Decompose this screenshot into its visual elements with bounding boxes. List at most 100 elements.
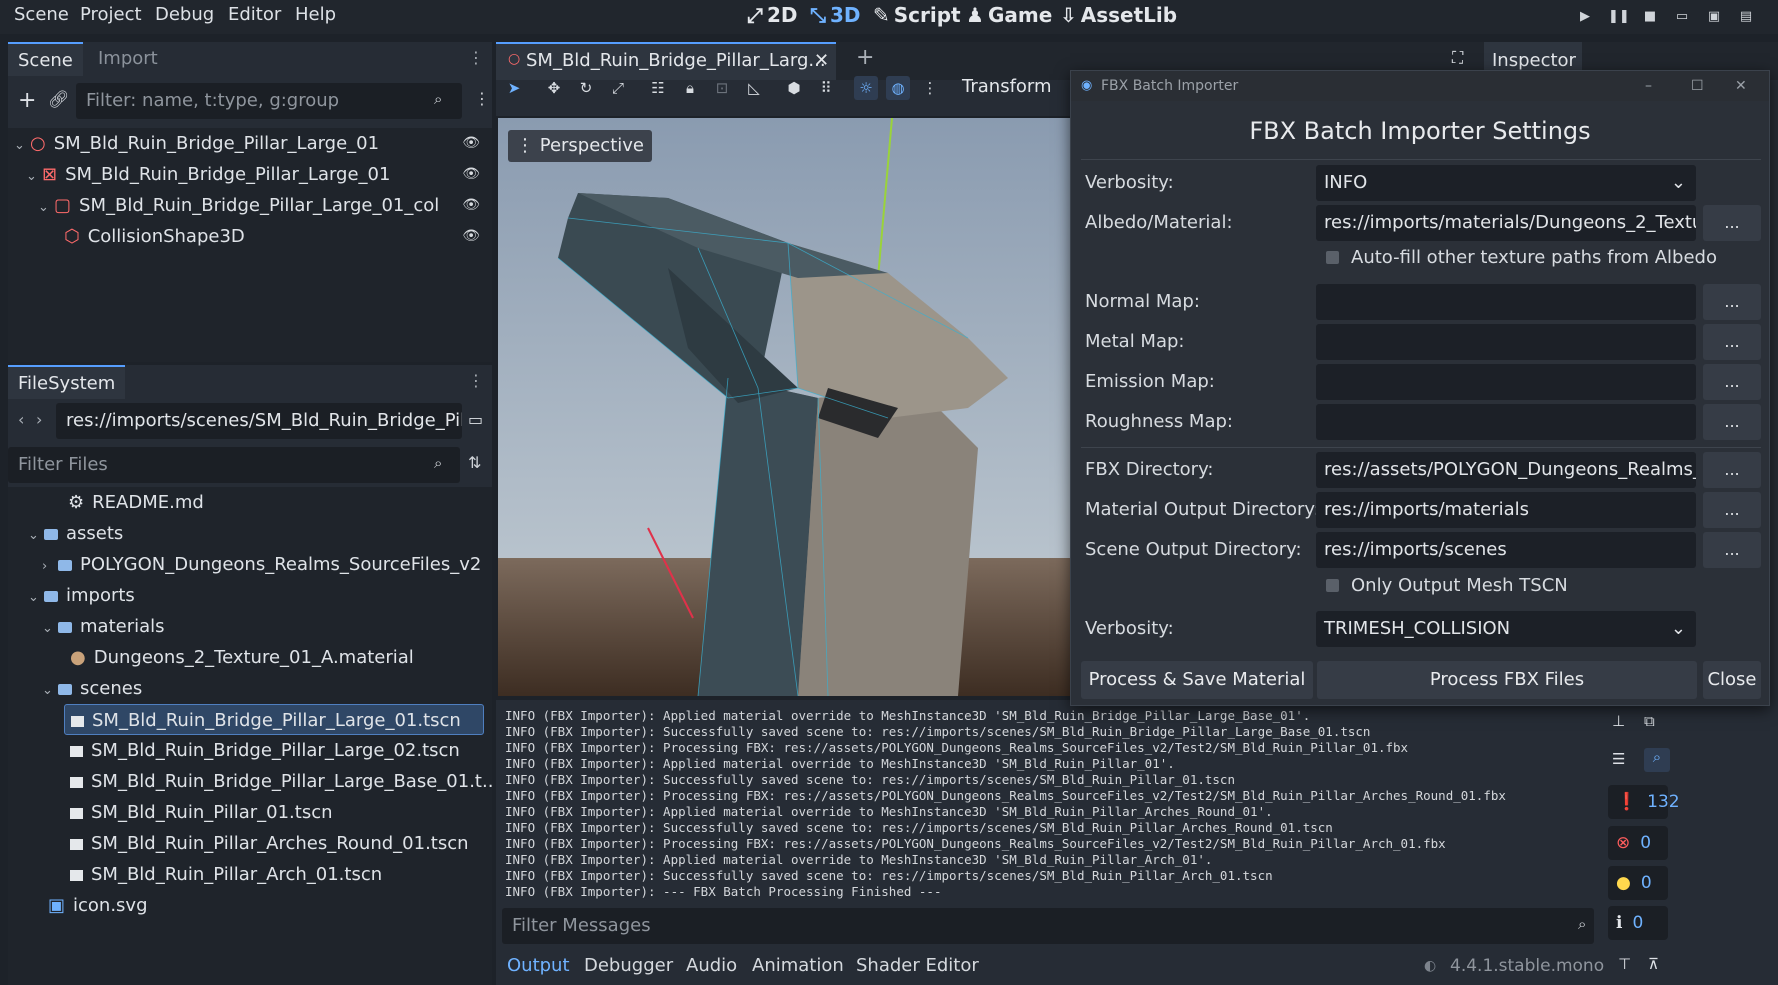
material-output-field[interactable]: res://imports/materials bbox=[1316, 492, 1696, 528]
filter-toggle-icon[interactable]: ⌕ bbox=[1644, 748, 1670, 772]
add-node-icon[interactable]: + bbox=[18, 88, 36, 113]
more-icon[interactable]: ⋮ bbox=[918, 76, 942, 100]
verbosity-select[interactable]: INFO ⌄ bbox=[1316, 165, 1696, 201]
environment-icon[interactable]: ◍ bbox=[886, 76, 910, 100]
expand-bottom-icon[interactable]: ⊼ bbox=[1648, 955, 1659, 973]
scale-tool-icon[interactable]: ⤢ bbox=[606, 76, 630, 100]
menu-project[interactable]: Project bbox=[80, 4, 142, 25]
split-view-icon[interactable]: ▭ bbox=[468, 410, 483, 429]
collision-mode-select[interactable]: TRIMESH_COLLISION ⌄ bbox=[1316, 611, 1696, 647]
folder-imports[interactable]: ⌄ imports bbox=[28, 580, 135, 611]
filter-files-input[interactable]: Filter Files bbox=[8, 447, 460, 483]
menu-editor[interactable]: Editor bbox=[228, 4, 281, 25]
tab-output[interactable]: Output bbox=[507, 955, 570, 976]
file-scene[interactable]: SM_Bld_Ruin_Bridge_Pillar_Large_Base_01.… bbox=[70, 766, 492, 797]
transform-menu[interactable]: Transform bbox=[962, 76, 1052, 97]
menu-help[interactable]: Help bbox=[295, 4, 336, 25]
workspace-game-button[interactable]: ♟ Game bbox=[966, 3, 1052, 27]
clear-output-icon[interactable]: ⊥ bbox=[1612, 712, 1625, 730]
tab-filesystem[interactable]: FileSystem bbox=[8, 365, 126, 399]
albedo-browse-button[interactable]: ... bbox=[1703, 205, 1761, 241]
pin-icon[interactable]: ⊤ bbox=[1618, 955, 1631, 973]
filter-messages-input[interactable]: Filter Messages bbox=[502, 908, 1594, 944]
tree-node-collision[interactable]: ⬡ CollisionShape3D 👁︎ bbox=[64, 221, 492, 252]
back-icon[interactable]: ‹ bbox=[18, 410, 24, 429]
scene-output-browse-button[interactable]: ... bbox=[1703, 532, 1761, 568]
file-scene[interactable]: SM_Bld_Ruin_Pillar_01.tscn bbox=[70, 797, 333, 828]
emission-map-field[interactable] bbox=[1316, 364, 1696, 400]
add-tab-icon[interactable]: + bbox=[856, 45, 874, 70]
workspace-script-button[interactable]: ✎ Script bbox=[873, 3, 961, 27]
visibility-icon[interactable]: 👁︎ bbox=[462, 159, 480, 190]
metal-browse-button[interactable]: ... bbox=[1703, 324, 1761, 360]
play-scene-icon[interactable]: ▣ bbox=[1704, 7, 1724, 27]
folder-polygon[interactable]: › POLYGON_Dungeons_Realms_SourceFiles_v2 bbox=[42, 549, 481, 580]
file-icon-svg[interactable]: ▣ icon.svg bbox=[48, 890, 148, 921]
collapse-icon[interactable]: ☰ bbox=[1612, 750, 1625, 768]
dock-menu-icon[interactable]: ⋮ bbox=[468, 371, 484, 390]
lock-icon[interactable]: 🔒︎ bbox=[678, 76, 702, 100]
dialog-titlebar[interactable]: ◉ FBX Batch Importer – ☐ ✕ bbox=[1071, 71, 1769, 101]
workspace-2d-button[interactable]: ⤢ 2D bbox=[747, 3, 798, 27]
scene-tab[interactable]: ○ SM_Bld_Ruin_Bridge_Pillar_Larg... ✕ bbox=[496, 42, 836, 80]
roughness-browse-button[interactable]: ... bbox=[1703, 404, 1761, 440]
ruler-icon[interactable]: ◺ bbox=[742, 76, 766, 100]
stop-icon[interactable]: ■ bbox=[1640, 7, 1660, 27]
fbx-directory-browse-button[interactable]: ... bbox=[1703, 452, 1761, 488]
folder-materials[interactable]: ⌄ materials bbox=[42, 611, 165, 642]
file-scene[interactable]: SM_Bld_Ruin_Pillar_Arch_01.tscn bbox=[70, 859, 382, 890]
play-custom-icon[interactable]: ▤ bbox=[1736, 7, 1756, 27]
forward-icon[interactable]: › bbox=[36, 410, 42, 429]
message-count-button[interactable]: ❗ 132 bbox=[1608, 785, 1680, 819]
folder-assets[interactable]: ⌄ assets bbox=[28, 518, 123, 549]
tree-node-root[interactable]: ⌄ ○ SM_Bld_Ruin_Bridge_Pillar_Large_01 👁︎ bbox=[14, 128, 492, 159]
select-tool-icon[interactable]: ➤ bbox=[502, 76, 526, 100]
group-icon[interactable]: ⊡ bbox=[710, 76, 734, 100]
file-scene[interactable]: SM_Bld_Ruin_Bridge_Pillar_Large_02.tscn bbox=[70, 735, 460, 766]
sun-icon[interactable]: ☼ bbox=[854, 76, 878, 100]
tab-scene[interactable]: Scene bbox=[8, 42, 83, 76]
file-scene-selected[interactable]: SM_Bld_Ruin_Bridge_Pillar_Large_01.tscn bbox=[64, 704, 484, 735]
menu-debug[interactable]: Debug bbox=[155, 4, 214, 25]
metal-map-field[interactable] bbox=[1316, 324, 1696, 360]
material-output-browse-button[interactable]: ... bbox=[1703, 492, 1761, 528]
warning-count-button[interactable]: ● 0 bbox=[1608, 866, 1668, 900]
close-tab-icon[interactable]: ✕ bbox=[814, 50, 829, 71]
scene-filter-input[interactable]: Filter: name, t:type, g:group bbox=[76, 83, 462, 119]
visibility-icon[interactable]: 👁︎ bbox=[462, 221, 480, 252]
perspective-menu[interactable]: ⋮ Perspective bbox=[508, 130, 652, 162]
sort-icon[interactable]: ⇅ bbox=[468, 453, 481, 472]
visibility-icon[interactable]: 👁︎ bbox=[462, 128, 480, 159]
list-tool-icon[interactable]: ☷ bbox=[646, 76, 670, 100]
tab-shader-editor[interactable]: Shader Editor bbox=[856, 955, 979, 976]
rotate-tool-icon[interactable]: ↻ bbox=[574, 76, 598, 100]
scene-output-field[interactable]: res://imports/scenes bbox=[1316, 532, 1696, 568]
tab-animation[interactable]: Animation bbox=[752, 955, 844, 976]
fbx-directory-field[interactable]: res://assets/POLYGON_Dungeons_Realms_ bbox=[1316, 452, 1696, 488]
only-mesh-checkbox[interactable]: Only Output Mesh TSCN bbox=[1326, 575, 1568, 596]
play-icon[interactable]: ▶ bbox=[1575, 7, 1595, 27]
autofill-checkbox[interactable]: Auto-fill other texture paths from Albed… bbox=[1326, 247, 1717, 268]
copy-output-icon[interactable]: ⧉ bbox=[1644, 712, 1655, 730]
path-input[interactable]: res://imports/scenes/SM_Bld_Ruin_Bridge_… bbox=[56, 403, 462, 439]
close-button[interactable]: Close bbox=[1703, 661, 1761, 699]
workspace-3d-button[interactable]: ⤡ 3D bbox=[810, 3, 861, 27]
normal-map-field[interactable] bbox=[1316, 284, 1696, 320]
minimize-icon[interactable]: – bbox=[1645, 71, 1652, 101]
file-material[interactable]: ● Dungeons_2_Texture_01_A.material bbox=[70, 642, 414, 673]
process-save-material-button[interactable]: Process & Save Material bbox=[1081, 661, 1313, 699]
maximize-icon[interactable]: ☐ bbox=[1691, 71, 1704, 101]
error-count-button[interactable]: ⊗ 0 bbox=[1608, 826, 1668, 860]
normal-browse-button[interactable]: ... bbox=[1703, 284, 1761, 320]
visibility-icon[interactable]: 👁︎ bbox=[462, 190, 480, 221]
dock-menu-icon[interactable]: ⋮ bbox=[468, 48, 484, 67]
snap-icon[interactable]: ⠿ bbox=[814, 76, 838, 100]
tab-audio[interactable]: Audio bbox=[686, 955, 737, 976]
tab-debugger[interactable]: Debugger bbox=[584, 955, 673, 976]
close-window-icon[interactable]: ✕ bbox=[1735, 71, 1747, 101]
scene-options-icon[interactable]: ⋮ bbox=[474, 89, 490, 108]
file-readme[interactable]: ⚙ README.md bbox=[68, 487, 204, 518]
mesh-icon[interactable]: ⬢ bbox=[782, 76, 806, 100]
file-scene[interactable]: SM_Bld_Ruin_Pillar_Arches_Round_01.tscn bbox=[70, 828, 469, 859]
tree-node-mesh[interactable]: ⌄ ⊠ SM_Bld_Ruin_Bridge_Pillar_Large_01 👁︎ bbox=[26, 159, 492, 190]
